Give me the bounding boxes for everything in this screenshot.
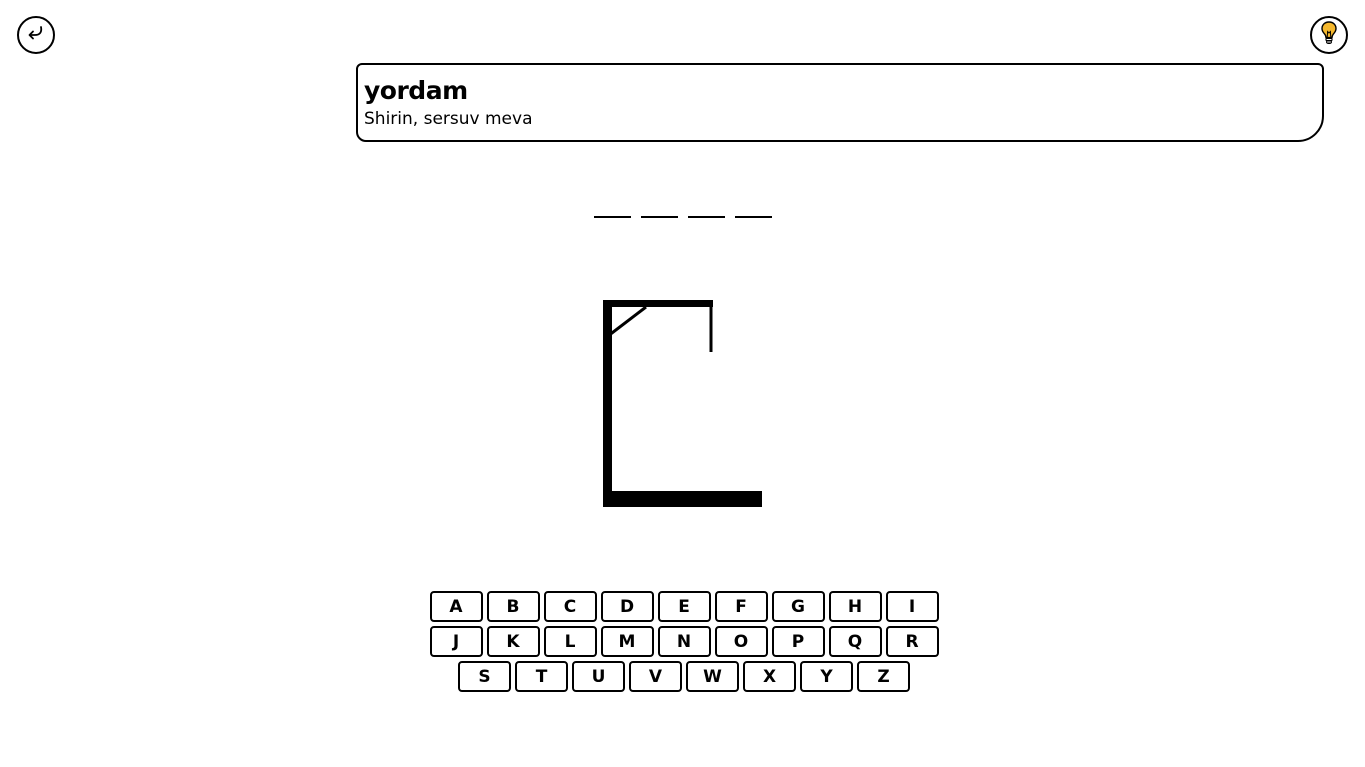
key-b[interactable]: B — [486, 591, 540, 622]
keyboard-row: S T U V W X Y Z — [426, 661, 942, 692]
back-button[interactable] — [17, 16, 55, 54]
word-slots — [594, 216, 772, 222]
key-g[interactable]: G — [771, 591, 825, 622]
gallows — [600, 296, 770, 515]
key-z[interactable]: Z — [857, 661, 910, 692]
key-w[interactable]: W — [686, 661, 739, 692]
key-q[interactable]: Q — [828, 626, 882, 657]
gallows-post — [603, 300, 612, 507]
gallows-beam — [603, 300, 713, 307]
key-p[interactable]: P — [771, 626, 825, 657]
key-d[interactable]: D — [600, 591, 654, 622]
hint-description: Shirin, sersuv meva — [364, 109, 533, 129]
lightbulb-icon — [1320, 20, 1338, 50]
key-v[interactable]: V — [629, 661, 682, 692]
keyboard-row: A B C D E F G H I — [426, 591, 942, 622]
gallows-base — [603, 491, 762, 507]
hint-title: yordam — [364, 76, 468, 105]
key-r[interactable]: R — [885, 626, 939, 657]
key-y[interactable]: Y — [800, 661, 853, 692]
key-t[interactable]: T — [515, 661, 568, 692]
letter-slot — [594, 216, 631, 218]
key-m[interactable]: M — [600, 626, 654, 657]
return-arrow-icon — [26, 23, 46, 47]
key-o[interactable]: O — [714, 626, 768, 657]
key-e[interactable]: E — [657, 591, 711, 622]
letter-slot — [688, 216, 725, 218]
key-n[interactable]: N — [657, 626, 711, 657]
letter-keyboard: A B C D E F G H I J K L M N O P Q R S T … — [426, 591, 942, 696]
hint-button[interactable] — [1310, 16, 1348, 54]
keyboard-row: J K L M N O P Q R — [426, 626, 942, 657]
letter-slot — [641, 216, 678, 218]
key-f[interactable]: F — [714, 591, 768, 622]
key-i[interactable]: I — [885, 591, 939, 622]
key-s[interactable]: S — [458, 661, 511, 692]
key-l[interactable]: L — [543, 626, 597, 657]
key-j[interactable]: J — [429, 626, 483, 657]
key-h[interactable]: H — [828, 591, 882, 622]
key-x[interactable]: X — [743, 661, 796, 692]
key-u[interactable]: U — [572, 661, 625, 692]
key-c[interactable]: C — [543, 591, 597, 622]
key-a[interactable]: A — [429, 591, 483, 622]
key-k[interactable]: K — [486, 626, 540, 657]
gallows-brace — [607, 305, 647, 338]
letter-slot — [735, 216, 772, 218]
hint-card: yordam Shirin, sersuv meva — [356, 63, 1324, 142]
